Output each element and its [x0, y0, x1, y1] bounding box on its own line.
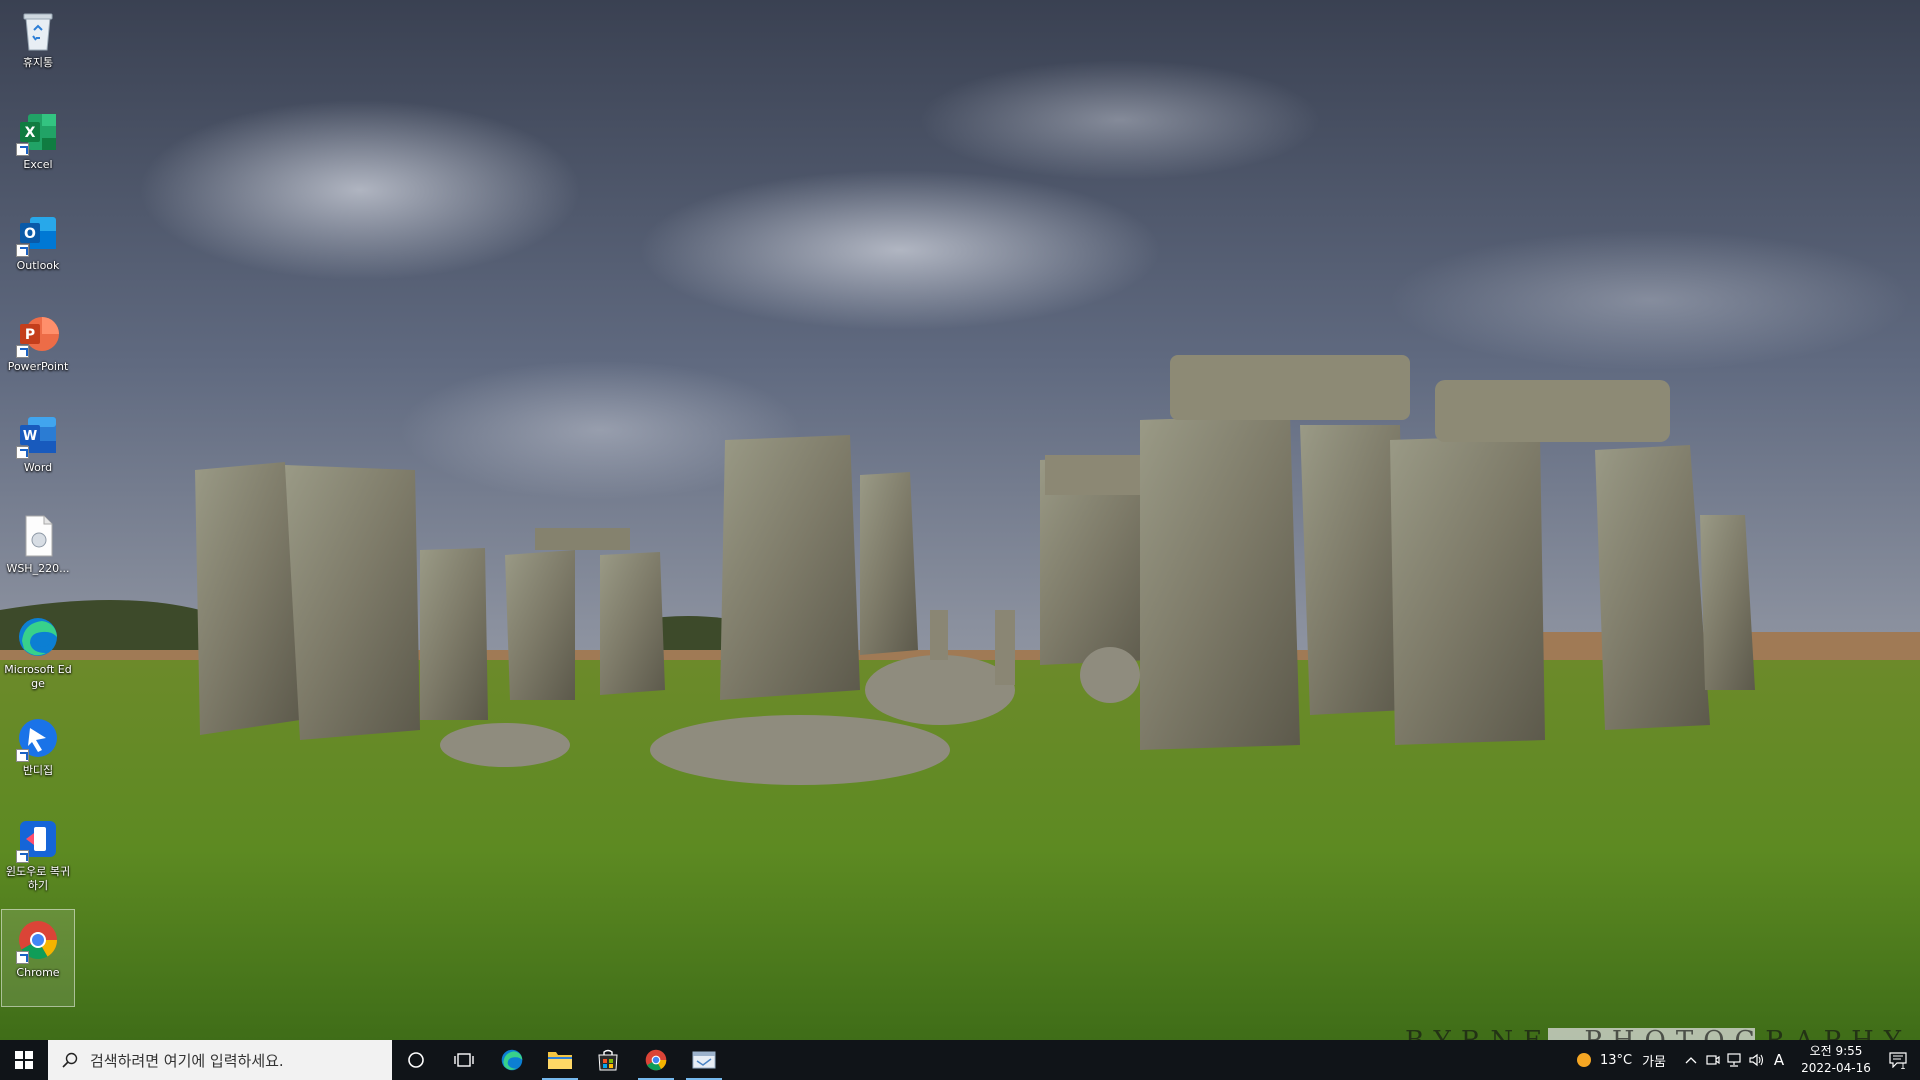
- desktop-icon-label: Word: [23, 461, 53, 474]
- desktop-icon-label: Chrome: [16, 966, 60, 979]
- desktop-icon-excel[interactable]: X Excel: [2, 102, 74, 198]
- windows-logo-icon: [15, 1051, 33, 1069]
- start-button[interactable]: [0, 1040, 48, 1080]
- desktop-icon-outlook[interactable]: O Outlook: [2, 203, 74, 299]
- shortcut-arrow-icon: [16, 244, 29, 257]
- taskbar: 검색하려면 여기에 입력하세요. 13°C 가뭄 A 오전 9:55 2022-…: [0, 1040, 1920, 1080]
- desktop-icon-file[interactable]: WSH_220...: [2, 506, 74, 602]
- cortana-button[interactable]: [392, 1040, 440, 1080]
- shortcut-arrow-icon: [16, 749, 29, 762]
- network-icon: [1727, 1053, 1741, 1067]
- shortcut-arrow-icon: [16, 850, 29, 863]
- desktop-icon-bandizip[interactable]: 반디집: [2, 708, 74, 804]
- taskbar-search-box[interactable]: 검색하려면 여기에 입력하세요.: [48, 1040, 392, 1080]
- svg-text:W: W: [23, 429, 37, 444]
- desktop-icon-label: PowerPoint: [7, 360, 69, 373]
- powerpoint-icon: P: [14, 310, 62, 358]
- desktop-icon-label: Microsoft Edge: [4, 663, 72, 690]
- taskbar-clock[interactable]: 오전 9:55 2022-04-16: [1796, 1043, 1876, 1077]
- weather-widget[interactable]: [1572, 1040, 1596, 1080]
- restore-app-icon: [14, 815, 62, 863]
- taskbar-file-explorer[interactable]: [536, 1040, 584, 1080]
- shortcut-arrow-icon: [16, 446, 29, 459]
- desktop-icon-label: 윈도우로 복귀하기: [5, 865, 71, 892]
- shortcut-arrow-icon: [16, 143, 29, 156]
- shortcut-arrow-icon: [16, 345, 29, 358]
- bandizip-icon: [14, 714, 62, 762]
- desktop-icon-powerpoint[interactable]: P PowerPoint: [2, 304, 74, 400]
- word-icon: W: [14, 411, 62, 459]
- chevron-up-icon: [1685, 1057, 1697, 1064]
- document-file-icon: [14, 512, 62, 560]
- input-method-indicator[interactable]: A: [1768, 1040, 1790, 1080]
- camera-icon: [1706, 1055, 1720, 1065]
- clock-time: 오전 9:55: [1809, 1044, 1863, 1058]
- chrome-icon: [645, 1049, 667, 1071]
- shortcut-arrow-icon: [16, 951, 29, 964]
- sun-icon: [1576, 1053, 1591, 1067]
- desktop-icon-label: Excel: [23, 158, 53, 171]
- taskbar-app[interactable]: [680, 1040, 728, 1080]
- app-window-icon: [692, 1051, 716, 1069]
- meet-now-button[interactable]: [1702, 1040, 1724, 1080]
- desktop-icon-label: 휴지통: [22, 56, 54, 69]
- weather-condition: 가뭄: [1642, 1054, 1666, 1070]
- svg-text:P: P: [25, 327, 35, 343]
- outlook-icon: O: [14, 209, 62, 257]
- clock-date: 2022-04-16: [1801, 1061, 1871, 1075]
- taskbar-store[interactable]: [584, 1040, 632, 1080]
- system-tray: 13°C 가뭄 A 오전 9:55 2022-04-16 1: [1572, 1040, 1920, 1080]
- volume-button[interactable]: [1746, 1040, 1768, 1080]
- taskbar-edge[interactable]: [488, 1040, 536, 1080]
- network-button[interactable]: [1724, 1040, 1746, 1080]
- show-hidden-icons-button[interactable]: [1680, 1040, 1702, 1080]
- desktop-wallpaper: [0, 0, 1920, 1040]
- desktop-icon-chrome[interactable]: Chrome: [1, 909, 75, 1007]
- store-icon: [598, 1049, 618, 1071]
- notification-center-button[interactable]: 1: [1876, 1040, 1920, 1080]
- desktop-icon-edge[interactable]: Microsoft Edge: [2, 607, 74, 703]
- desktop-icon-recycle-bin[interactable]: 휴지통: [2, 0, 74, 96]
- desktop-icon-restore[interactable]: 윈도우로 복귀하기: [2, 809, 74, 905]
- chrome-icon: [14, 916, 62, 964]
- svg-text:X: X: [25, 125, 36, 141]
- edge-icon: [14, 613, 62, 661]
- task-view-button[interactable]: [440, 1040, 488, 1080]
- folder-icon: [548, 1052, 572, 1069]
- recycle-bin-icon: [14, 6, 62, 54]
- svg-text:O: O: [24, 226, 36, 242]
- excel-icon: X: [14, 108, 62, 156]
- desktop-icon-label: WSH_220...: [6, 562, 70, 575]
- notification-count: 1: [1900, 1062, 1906, 1072]
- desktop-icon-label: 반디집: [22, 764, 54, 777]
- speaker-icon: [1749, 1053, 1764, 1067]
- taskbar-chrome[interactable]: [632, 1040, 680, 1080]
- edge-icon: [501, 1049, 523, 1071]
- desktop-icon-label: Outlook: [16, 259, 60, 272]
- cortana-icon: [408, 1052, 424, 1068]
- search-placeholder: 검색하려면 여기에 입력하세요.: [90, 1051, 284, 1070]
- desktop-icon-word[interactable]: W Word: [2, 405, 74, 501]
- weather-temperature: 13°C: [1599, 1052, 1633, 1068]
- task-view-icon: [454, 1053, 474, 1067]
- search-icon: [62, 1052, 78, 1068]
